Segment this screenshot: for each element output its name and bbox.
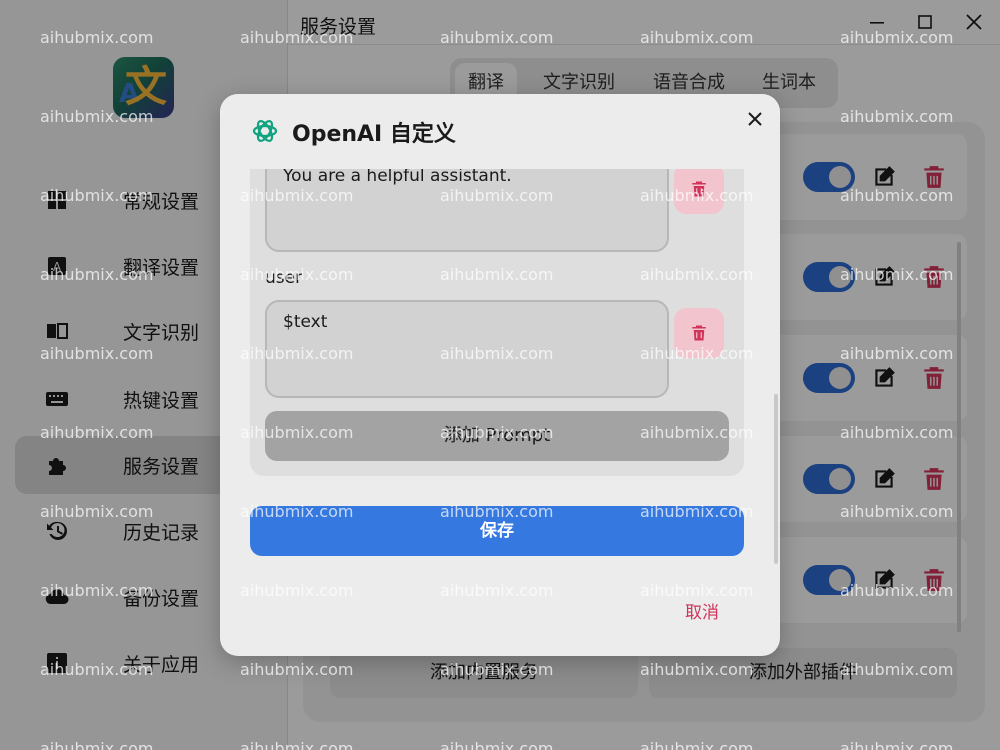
delete-prompt-button[interactable] <box>674 308 724 358</box>
prompt-role-label: user <box>265 268 303 288</box>
close-icon[interactable] <box>746 110 764 128</box>
cancel-button[interactable]: 取消 <box>672 600 732 626</box>
prompt-list: You are a helpful assistant. user $text … <box>250 134 744 476</box>
add-prompt-button[interactable]: 添加 Prompt <box>265 411 729 461</box>
delete-prompt-button[interactable] <box>674 164 724 214</box>
openai-logo-icon <box>252 120 278 142</box>
save-button[interactable]: 保存 <box>250 506 744 556</box>
prompt-content-field[interactable]: $text <box>265 300 669 398</box>
dialog-header: OpenAI 自定义 <box>220 94 780 169</box>
openai-config-dialog: You are a helpful assistant. user $text … <box>220 94 780 656</box>
trash-icon <box>692 325 706 341</box>
dialog-scrollbar[interactable] <box>774 394 778 564</box>
dialog-title: OpenAI 自定义 <box>292 122 456 147</box>
trash-icon <box>692 181 706 197</box>
